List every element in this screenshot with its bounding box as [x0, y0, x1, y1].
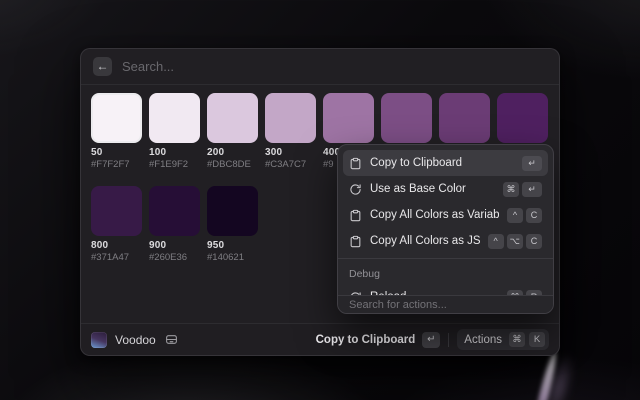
actions-search-input[interactable]: Search for actions... — [338, 295, 553, 313]
back-arrow-icon: ← — [97, 59, 109, 73]
menu-item-copy-variable-declarations[interactable]: Copy All Colors as Variable Declara... ^… — [343, 202, 548, 228]
color-swatch[interactable] — [91, 186, 142, 236]
swatch-label: 100 — [149, 147, 200, 158]
color-swatch[interactable] — [265, 93, 316, 143]
key-option: ⌥ — [507, 234, 523, 249]
color-swatch[interactable] — [439, 93, 490, 143]
swatch-label: 950 — [207, 240, 258, 251]
color-swatch[interactable] — [149, 186, 200, 236]
color-swatch[interactable] — [497, 93, 548, 143]
primary-action-button[interactable]: Copy to Clipboard — [316, 334, 416, 346]
swatch-label: 200 — [207, 147, 258, 158]
shortcut-keys: ^ ⌥ C — [488, 234, 542, 249]
swatch-hex: #DBC8DE — [207, 159, 258, 170]
swatch-hex: #140621 — [207, 252, 258, 263]
swatch-hex: #F7F2F7 — [91, 159, 142, 170]
menu-item-label: Copy to Clipboard — [370, 157, 514, 169]
key-return: ↵ — [422, 332, 440, 348]
swatch-800[interactable]: 800 #371A47 — [91, 186, 142, 263]
menu-item-label: Use as Base Color — [370, 183, 495, 195]
swatch-label: 50 — [91, 147, 142, 158]
color-swatch[interactable] — [149, 93, 200, 143]
menu-item-label: Copy All Colors as JSON — [370, 235, 480, 247]
swatch-hex: #C3A7C7 — [265, 159, 316, 170]
actions-button[interactable]: Actions ⌘ K — [457, 329, 549, 350]
shortcut-keys: ^ C — [507, 208, 542, 223]
app-name: Voodoo — [115, 333, 156, 347]
key-cmd: ⌘ — [509, 332, 525, 347]
menu-item-use-as-base-color[interactable]: Use as Base Color ⌘ ↵ — [343, 176, 548, 202]
swatch-950[interactable]: 950 #140621 — [207, 186, 258, 263]
key-return: ↵ — [522, 156, 542, 171]
footer-divider — [448, 333, 449, 347]
swatch-100[interactable]: 100 #F1E9F2 — [149, 93, 200, 170]
swatch-label: 300 — [265, 147, 316, 158]
swatch-300[interactable]: 300 #C3A7C7 — [265, 93, 316, 170]
menu-item-label: Copy All Colors as Variable Declara... — [370, 209, 499, 221]
voodoo-app-icon — [91, 332, 107, 348]
swatch-hex: #F1E9F2 — [149, 159, 200, 170]
key-cmd: ⌘ — [503, 182, 519, 197]
swatch-label: 900 — [149, 240, 200, 251]
rotate-icon — [349, 183, 362, 196]
key-c: C — [526, 234, 542, 249]
actions-label: Actions — [464, 334, 502, 346]
shortcut-keys: ⌘ ↵ — [503, 182, 542, 197]
clipboard-icon — [349, 235, 362, 248]
swatch-hex: #371A47 — [91, 252, 142, 263]
color-swatch[interactable] — [207, 93, 258, 143]
menu-item-copy-json[interactable]: Copy All Colors as JSON ^ ⌥ C — [343, 228, 548, 254]
shortcut-keys: ↵ — [522, 156, 542, 171]
key-ctrl: ^ — [507, 208, 523, 223]
key-ctrl: ^ — [488, 234, 504, 249]
search-input[interactable]: Search... — [122, 59, 174, 74]
swatch-label: 800 — [91, 240, 142, 251]
color-swatch[interactable] — [91, 93, 142, 143]
action-menu: Copy to Clipboard ↵ Use as Base Color ⌘ … — [337, 144, 554, 314]
swatch-50[interactable]: 50 #F7F2F7 — [91, 93, 142, 170]
menu-item-copy-to-clipboard[interactable]: Copy to Clipboard ↵ — [343, 150, 548, 176]
color-swatch[interactable] — [323, 93, 374, 143]
back-button[interactable]: ← — [93, 57, 112, 76]
swatch-hex: #260E36 — [149, 252, 200, 263]
key-return: ↵ — [522, 182, 542, 197]
search-bar: ← Search... — [81, 49, 559, 85]
swatch-200[interactable]: 200 #DBC8DE — [207, 93, 258, 170]
key-c: C — [526, 208, 542, 223]
clipboard-icon — [349, 209, 362, 222]
swatch-900[interactable]: 900 #260E36 — [149, 186, 200, 263]
clipboard-icon — [349, 157, 362, 170]
save-palette-icon[interactable] — [165, 333, 178, 346]
app-window: ← Search... 50 #F7F2F7 100 #F1E9F2 200 #… — [80, 48, 560, 356]
color-swatch[interactable] — [381, 93, 432, 143]
footer-actions: Copy to Clipboard ↵ Actions ⌘ K — [316, 329, 549, 350]
key-k: K — [529, 332, 545, 347]
menu-separator — [338, 258, 553, 259]
footer-bar: Voodoo Copy to Clipboard ↵ Actions ⌘ K — [81, 323, 559, 355]
color-swatch[interactable] — [207, 186, 258, 236]
menu-section-debug: Debug — [343, 263, 548, 284]
